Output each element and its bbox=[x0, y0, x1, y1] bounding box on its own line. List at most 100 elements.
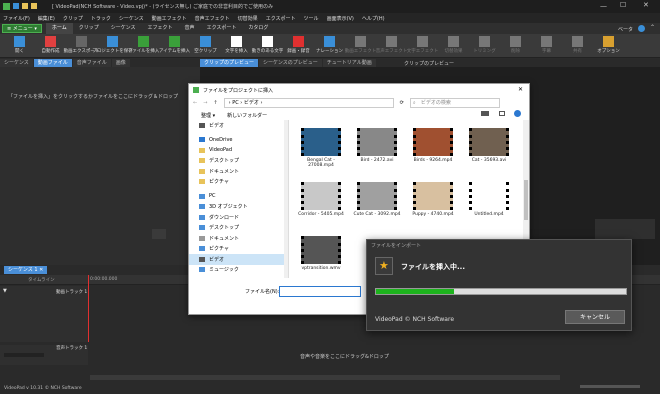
nav-item[interactable]: VideoPad bbox=[189, 145, 288, 156]
maximize-button[interactable]: ☐ bbox=[620, 1, 626, 9]
close-button[interactable]: ✕ bbox=[643, 1, 649, 9]
tab-clip-preview[interactable]: クリップのプレビュー bbox=[200, 59, 259, 67]
file-item[interactable]: Untitled.mp4 bbox=[465, 182, 513, 217]
tab-audio[interactable]: 音声 bbox=[179, 23, 201, 34]
view-options-icon[interactable] bbox=[481, 111, 489, 116]
nav-item[interactable]: ミュージック bbox=[189, 265, 288, 276]
expand-ribbon-icon[interactable]: ⌃ bbox=[650, 24, 655, 31]
blank-clip-button[interactable]: 空クリップ bbox=[190, 34, 221, 58]
nav-item[interactable]: OneDrive bbox=[189, 135, 288, 146]
auto-create-button[interactable]: 自動作成 bbox=[35, 34, 66, 58]
insert-text-button[interactable]: 文字を挿入 bbox=[221, 34, 252, 58]
menu-video-effects[interactable]: 動画エフェクト bbox=[152, 15, 187, 22]
tab-audio-files[interactable]: 音声ファイル bbox=[72, 59, 111, 67]
quick-undo-icon[interactable] bbox=[22, 3, 28, 9]
tab-export[interactable]: エクスポート bbox=[201, 23, 243, 34]
minimize-button[interactable]: — bbox=[600, 2, 607, 10]
nav-item[interactable]: ピクチャ bbox=[189, 177, 288, 188]
refresh-icon[interactable]: ⟳ bbox=[400, 100, 404, 106]
dialog-close-button[interactable]: ✕ bbox=[518, 86, 523, 93]
file-item[interactable]: Bird - 2472.avi bbox=[353, 128, 401, 163]
file-item[interactable]: Birds - 9264.mp4 bbox=[409, 128, 457, 163]
tab-tutorial-video[interactable]: チュートリアル動画 bbox=[322, 59, 376, 67]
new-folder-button[interactable]: 新しいフォルダー bbox=[227, 112, 267, 119]
quick-save-icon[interactable] bbox=[13, 3, 19, 9]
zoom-slider[interactable] bbox=[580, 385, 640, 388]
tab-video-files[interactable]: 動画ファイル bbox=[33, 59, 72, 67]
transition-button[interactable]: 切替効果 bbox=[438, 34, 469, 58]
filename-input[interactable] bbox=[279, 286, 361, 297]
menu-export[interactable]: エクスポート bbox=[266, 15, 296, 22]
save-project-button[interactable]: プロジェクトを保存 bbox=[92, 34, 133, 58]
record-button[interactable]: 録画・録音 bbox=[283, 34, 314, 58]
menu-edit[interactable]: 編集(E) bbox=[38, 15, 55, 22]
menu-clip[interactable]: クリップ bbox=[63, 15, 83, 22]
narration-button[interactable]: ナレーション bbox=[314, 34, 345, 58]
organize-button[interactable]: 整理 ▾ bbox=[201, 112, 215, 119]
text-effects-button[interactable]: 文字エフェクト bbox=[407, 34, 438, 58]
search-input[interactable]: ⌕ ビデオの検索 bbox=[409, 98, 500, 108]
preview-pane-icon[interactable] bbox=[499, 111, 505, 116]
nav-item[interactable]: ドキュメント bbox=[189, 233, 288, 244]
nav-item[interactable]: ピクチャ bbox=[189, 244, 288, 255]
audio-effects-button[interactable]: 音声エフェクト bbox=[376, 34, 407, 58]
menu-transitions[interactable]: 切替効果 bbox=[238, 15, 258, 22]
insert-file-button[interactable]: ファイルを挿入 bbox=[128, 34, 159, 58]
insert-item-button[interactable]: アイテムを挿入 bbox=[159, 34, 190, 58]
export-video-button[interactable]: 動画エクスポート bbox=[64, 34, 99, 58]
file-item[interactable]: Bengal Cat - 27008.mp4 bbox=[297, 128, 345, 168]
open-button[interactable]: 開く bbox=[4, 34, 35, 58]
tab-home[interactable]: ホーム bbox=[45, 23, 73, 34]
menu-view[interactable]: 画面表示(V) bbox=[327, 15, 354, 22]
nav-item[interactable]: ビデオ bbox=[189, 254, 288, 265]
tab-sequence-preview[interactable]: シーケンスのプレビュー bbox=[259, 59, 322, 67]
back-icon[interactable]: ← bbox=[193, 100, 197, 106]
menu-sequence[interactable]: シーケンス bbox=[119, 15, 144, 22]
forward-icon[interactable]: → bbox=[203, 100, 207, 106]
file-item[interactable]: Cute Cat - 3092.mp4 bbox=[353, 182, 401, 217]
main-menu-button[interactable]: ≡ メニュー ▾ bbox=[2, 24, 42, 33]
help-icon[interactable] bbox=[638, 25, 645, 32]
menu-tools[interactable]: ツール bbox=[304, 15, 319, 22]
up-icon[interactable]: ↑ bbox=[213, 100, 217, 106]
menu-audio-effects[interactable]: 音声エフェクト bbox=[195, 15, 230, 22]
video-effects-button[interactable]: 動画エフェクト bbox=[345, 34, 376, 58]
nav-item[interactable]: ダウンロード bbox=[189, 212, 288, 223]
timeline-tab[interactable]: シーケンス 1 ✕ bbox=[4, 266, 48, 274]
address-bar[interactable]: › PC › ビデオ › bbox=[223, 98, 394, 108]
subtitle-button[interactable]: 字幕 bbox=[531, 34, 562, 58]
nav-item[interactable]: PC bbox=[189, 191, 288, 202]
nav-item[interactable]: ビデオ bbox=[189, 120, 288, 131]
file-item[interactable]: vptransition.wmv bbox=[297, 236, 345, 271]
menu-track[interactable]: トラック bbox=[91, 15, 111, 22]
tab-sequences[interactable]: シーケンス bbox=[0, 59, 33, 67]
file-item[interactable]: Puppy - 4740.mp4 bbox=[409, 182, 457, 217]
timeline-scrollbar[interactable] bbox=[90, 375, 560, 380]
cancel-button[interactable]: キャンセル bbox=[565, 310, 625, 324]
animated-text-button[interactable]: 動きのある文字 bbox=[252, 34, 283, 58]
tab-images[interactable]: 画像 bbox=[111, 59, 130, 67]
tab-clip[interactable]: クリップ bbox=[73, 23, 105, 34]
nav-item[interactable]: デスクトップ bbox=[189, 156, 288, 167]
file-item[interactable]: Corridor - 5405.mp4 bbox=[297, 182, 345, 217]
trim-button[interactable]: トリミング bbox=[469, 34, 500, 58]
nav-item[interactable]: 3D オブジェクト bbox=[189, 202, 288, 213]
share-button[interactable]: 共有 bbox=[562, 34, 593, 58]
tab-catalog[interactable]: カタログ bbox=[242, 23, 274, 34]
video-track-toggle[interactable]: ▼ bbox=[3, 288, 7, 294]
menu-file[interactable]: ファイル(F) bbox=[3, 15, 30, 22]
nav-scrollbar[interactable] bbox=[284, 120, 288, 278]
tab-sequence[interactable]: シーケンス bbox=[105, 23, 142, 34]
nav-item[interactable]: ドキュメント bbox=[189, 166, 288, 177]
tab-effects[interactable]: エフェクト bbox=[142, 23, 179, 34]
delete-button[interactable]: 削除 bbox=[500, 34, 531, 58]
quick-redo-icon[interactable] bbox=[31, 3, 37, 9]
help-icon[interactable] bbox=[514, 110, 521, 117]
nav-item[interactable]: デスクトップ bbox=[189, 223, 288, 234]
playhead[interactable] bbox=[88, 275, 89, 342]
beta-label[interactable]: ベータ bbox=[618, 26, 633, 33]
menu-help[interactable]: ヘルプ(H) bbox=[362, 15, 385, 22]
file-scrollbar-thumb[interactable] bbox=[524, 180, 528, 220]
file-item[interactable]: Cat - 35693.avi bbox=[465, 128, 513, 163]
options-button[interactable]: オプション bbox=[593, 34, 624, 58]
